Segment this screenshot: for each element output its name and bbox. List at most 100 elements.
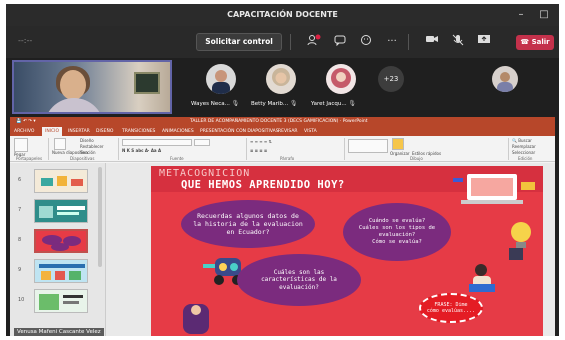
slide-title: QUE HEMOS APRENDIDO HOY? — [181, 179, 345, 191]
font-size-select[interactable] — [194, 139, 210, 146]
phone-icon: ☎ — [520, 38, 532, 46]
new-slide-icon[interactable] — [54, 138, 66, 150]
chat-icon[interactable] — [332, 34, 348, 50]
group-label: Edición — [518, 156, 533, 161]
toolbar-divider — [290, 34, 291, 50]
slide-thumbnail[interactable] — [34, 259, 88, 283]
group-label: Fuente — [170, 156, 184, 161]
arrange-button[interactable]: Organizar — [390, 151, 410, 156]
self-name-caption: Venusa Mafeni Cascante Velez — [14, 328, 104, 336]
slide-kicker: METACOGNICION — [159, 168, 251, 179]
paragraph-icons[interactable]: ≡ ≡ ≡ ≡ ⇅ — [250, 139, 272, 144]
phrase-badge: FRASE: Dime cómo evalúas.... — [419, 293, 483, 323]
avatar — [266, 64, 296, 94]
tab-vista[interactable]: VISTA — [304, 127, 317, 136]
thumbnail-number: 9 — [18, 267, 22, 273]
self-video-tile[interactable] — [12, 60, 172, 114]
ribbon-divider — [118, 138, 119, 160]
slide-thumbnail[interactable] — [34, 289, 88, 313]
tab-insertar[interactable]: INSERTAR — [68, 127, 90, 136]
ribbon-divider — [508, 138, 509, 160]
section-button[interactable]: Sección — [80, 150, 96, 155]
share-screen-icon[interactable] — [476, 34, 492, 50]
avatar — [326, 64, 356, 94]
thumbnail-number: 8 — [18, 237, 22, 243]
quick-access-icons[interactable]: 💾 ↶ ↷ ▾ — [16, 117, 36, 127]
request-control-button[interactable]: Solicitar control — [196, 33, 282, 51]
shapes-gallery[interactable] — [348, 139, 388, 153]
group-label: Diapositivas — [70, 156, 95, 161]
more-options-icon[interactable]: ··· — [384, 34, 400, 50]
question-bubble-history: Recuerdas algunos datos de la historia d… — [181, 200, 315, 248]
slide-thumbnail[interactable] — [34, 199, 88, 223]
toolbar-divider — [408, 34, 409, 50]
participants-icon[interactable] — [306, 34, 322, 50]
ribbon-divider — [48, 138, 49, 160]
reactions-icon[interactable] — [358, 34, 374, 50]
microphone-muted-icon[interactable] — [450, 34, 466, 50]
participant-name: Betty Marib... 🎙 — [251, 100, 298, 107]
group-label: Párrafo — [280, 156, 295, 161]
tab-transiciones[interactable]: TRANSICIONES — [122, 127, 155, 136]
thumbnail-number: 7 — [18, 207, 22, 213]
participant-name: Wayes Neca... 🎙 — [191, 100, 240, 107]
ribbon-divider — [246, 138, 247, 160]
window-titlebar: CAPACITACIÓN DOCENTE — [6, 4, 559, 26]
group-label: Portapapeles — [16, 156, 43, 161]
question-bubble-characteristics: Cuáles son las características de la eva… — [237, 254, 361, 306]
thumbnail-number: 6 — [18, 177, 22, 183]
mic-off-icon: 🎙 — [289, 100, 298, 107]
maximize-icon[interactable]: □ — [534, 4, 554, 26]
mic-off-icon: 🎙 — [348, 100, 357, 107]
minimize-icon[interactable]: – — [511, 4, 531, 26]
thumbnail-number: 10 — [18, 297, 25, 303]
tab-revisar[interactable]: REVISAR — [278, 127, 298, 136]
participant-name: Yaret Jacqu... 🎙 — [311, 100, 357, 107]
tab-diseno[interactable]: DISEÑO — [96, 127, 113, 136]
tab-inicio[interactable]: INICIO — [42, 127, 63, 136]
group-label: Dibujo — [410, 156, 423, 161]
tab-archivo[interactable]: ARCHIVO — [14, 127, 34, 136]
slide-thumbnail[interactable] — [34, 229, 88, 253]
layout-button[interactable]: Diseño — [80, 138, 94, 143]
tab-presentacion[interactable]: PRESENTACIÓN CON DIAPOSITIVAS — [200, 127, 279, 136]
find-button[interactable]: 🔍 Buscar — [512, 138, 532, 143]
slide-thumbnail[interactable] — [34, 169, 88, 193]
laptop-illustration — [453, 174, 535, 204]
participant-tile[interactable]: Betty Marib... 🎙 — [251, 62, 311, 114]
leave-meeting-button[interactable]: ☎ Salir — [516, 35, 554, 50]
participant-tile[interactable]: Wayes Neca... 🎙 — [191, 62, 251, 114]
camera-icon[interactable] — [424, 34, 440, 50]
window-title: CAPACITACIÓN DOCENTE — [227, 10, 338, 19]
reset-button[interactable]: Restablecer — [80, 144, 104, 149]
ppt-document-title: TALLER DE ACOMPAÑAMIENTO DOCENTE 3 (DECS… — [190, 119, 368, 124]
arrange-icon[interactable] — [392, 138, 404, 150]
meeting-timer: --:-- — [18, 36, 33, 45]
tab-animaciones[interactable]: ANIMACIONES — [162, 127, 194, 136]
mic-off-icon: 🎙 — [231, 100, 240, 107]
participants-strip: Wayes Neca... 🎙 Betty Marib... 🎙 Yaret J… — [6, 58, 559, 116]
slide-thumbnails-pane: 6 7 8 9 10 — [10, 163, 106, 336]
ppt-titlebar: 💾 ↶ ↷ ▾ TALLER DE ACOMPAÑAMIENTO DOCENTE… — [10, 117, 555, 127]
align-icons[interactable]: ≣ ≣ ≣ ≣ — [250, 148, 267, 153]
select-button[interactable]: Seleccionar — [512, 150, 535, 155]
avatar[interactable] — [492, 66, 518, 92]
leave-label: Salir — [531, 38, 550, 46]
teams-window: CAPACITACIÓN DOCENTE – □ ✕ --:-- Solicit… — [6, 4, 559, 336]
participant-tile[interactable]: Yaret Jacqu... 🎙 — [311, 62, 371, 114]
font-family-select[interactable] — [122, 139, 192, 146]
thumbnails-scrollbar[interactable] — [98, 167, 102, 267]
slide-editing-canvas: METACOGNICION QUE HEMOS APRENDIDO HOY? R… — [106, 163, 555, 336]
current-slide[interactable]: METACOGNICION QUE HEMOS APRENDIDO HOY? R… — [151, 166, 543, 336]
replace-button[interactable]: Reemplazar — [512, 144, 536, 149]
wall-picture — [134, 72, 160, 94]
font-format-icons[interactable]: N K S abc A· Aa A — [122, 148, 161, 153]
close-icon[interactable]: ✕ — [554, 4, 559, 26]
lightbulb-illustration — [509, 222, 531, 260]
figure-illustration — [183, 304, 209, 334]
more-participants-badge[interactable]: +23 — [378, 66, 404, 92]
ribbon-divider — [344, 138, 345, 160]
paste-icon[interactable] — [14, 138, 28, 152]
ppt-ribbon-tabs: ARCHIVO INICIO INSERTAR DISEÑO TRANSICIO… — [10, 127, 555, 136]
shared-powerpoint: 💾 ↶ ↷ ▾ TALLER DE ACOMPAÑAMIENTO DOCENTE… — [10, 117, 555, 336]
